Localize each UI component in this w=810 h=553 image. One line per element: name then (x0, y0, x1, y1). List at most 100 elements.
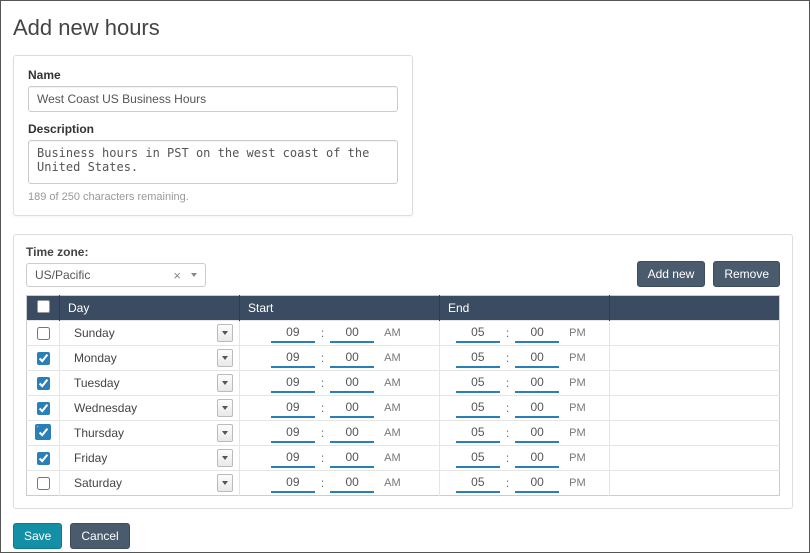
start-minute-input[interactable] (330, 323, 374, 343)
day-dropdown-button[interactable] (217, 349, 233, 367)
end-hour-input[interactable] (456, 423, 500, 443)
chevron-down-icon (222, 331, 228, 335)
time-colon: : (321, 426, 324, 440)
end-minute-input[interactable] (515, 448, 559, 468)
day-dropdown-button[interactable] (217, 374, 233, 392)
remove-button[interactable]: Remove (713, 261, 780, 287)
start-ampm[interactable]: AM (384, 352, 408, 364)
start-hour-input[interactable] (271, 398, 315, 418)
start-hour-input[interactable] (271, 323, 315, 343)
spacer-cell (610, 396, 780, 421)
time-colon: : (506, 426, 509, 440)
start-ampm[interactable]: AM (384, 327, 408, 339)
start-minute-input[interactable] (330, 348, 374, 368)
header-end: End (440, 296, 610, 321)
save-button[interactable]: Save (13, 523, 62, 549)
row-checkbox[interactable] (37, 426, 50, 439)
spacer-cell (610, 371, 780, 396)
day-dropdown-button[interactable] (217, 399, 233, 417)
day-dropdown-button[interactable] (217, 449, 233, 467)
end-hour-input[interactable] (456, 323, 500, 343)
end-minute-input[interactable] (515, 398, 559, 418)
time-colon: : (321, 326, 324, 340)
end-hour-input[interactable] (456, 348, 500, 368)
end-ampm[interactable]: PM (569, 477, 593, 489)
start-minute-input[interactable] (330, 398, 374, 418)
start-hour-input[interactable] (271, 423, 315, 443)
day-dropdown-button[interactable] (217, 424, 233, 442)
select-all-checkbox[interactable] (37, 300, 50, 313)
row-checkbox-highlight[interactable] (35, 424, 51, 440)
characters-remaining: 189 of 250 characters remaining. (28, 191, 398, 203)
hours-table: Day Start End Sunday:AM:PMMonday:AM:PMTu… (26, 295, 780, 496)
row-checkbox[interactable] (37, 352, 50, 365)
day-name: Monday (66, 351, 117, 365)
timezone-select[interactable]: US/Pacific × (26, 263, 206, 287)
start-ampm[interactable]: AM (384, 377, 408, 389)
start-ampm[interactable]: AM (384, 477, 408, 489)
end-ampm[interactable]: PM (569, 327, 593, 339)
timezone-label: Time zone: (26, 245, 206, 259)
timezone-clear-icon[interactable]: × (167, 268, 187, 283)
time-colon: : (321, 376, 324, 390)
end-hour-input[interactable] (456, 373, 500, 393)
name-input[interactable] (28, 86, 398, 112)
end-minute-input[interactable] (515, 473, 559, 493)
time-colon: : (321, 351, 324, 365)
chevron-down-icon (222, 406, 228, 410)
add-new-button[interactable]: Add new (637, 261, 706, 287)
end-ampm[interactable]: PM (569, 352, 593, 364)
start-minute-input[interactable] (330, 423, 374, 443)
spacer-cell (610, 446, 780, 471)
end-minute-input[interactable] (515, 423, 559, 443)
end-hour-input[interactable] (456, 398, 500, 418)
day-dropdown-button[interactable] (217, 474, 233, 492)
end-ampm[interactable]: PM (569, 427, 593, 439)
chevron-down-icon (222, 456, 228, 460)
description-textarea[interactable]: Business hours in PST on the west coast … (28, 140, 398, 184)
spacer-cell (610, 346, 780, 371)
time-colon: : (506, 351, 509, 365)
row-checkbox[interactable] (37, 327, 50, 340)
chevron-down-icon (222, 381, 228, 385)
start-hour-input[interactable] (271, 448, 315, 468)
start-minute-input[interactable] (330, 448, 374, 468)
time-colon: : (321, 476, 324, 490)
row-checkbox[interactable] (37, 452, 50, 465)
end-minute-input[interactable] (515, 323, 559, 343)
time-colon: : (506, 401, 509, 415)
table-row: Tuesday:AM:PM (27, 371, 780, 396)
chevron-down-icon (222, 356, 228, 360)
time-colon: : (506, 326, 509, 340)
start-ampm[interactable]: AM (384, 427, 408, 439)
start-ampm[interactable]: AM (384, 452, 408, 464)
end-minute-input[interactable] (515, 373, 559, 393)
chevron-down-icon (222, 481, 228, 485)
day-dropdown-button[interactable] (217, 324, 233, 342)
end-ampm[interactable]: PM (569, 402, 593, 414)
start-ampm[interactable]: AM (384, 402, 408, 414)
table-row: Wednesday:AM:PM (27, 396, 780, 421)
row-checkbox[interactable] (37, 377, 50, 390)
cancel-button[interactable]: Cancel (70, 523, 129, 549)
end-minute-input[interactable] (515, 348, 559, 368)
header-spacer (610, 296, 780, 321)
header-day: Day (60, 296, 240, 321)
spacer-cell (610, 321, 780, 346)
row-checkbox[interactable] (37, 477, 50, 490)
end-hour-input[interactable] (456, 473, 500, 493)
start-minute-input[interactable] (330, 373, 374, 393)
end-ampm[interactable]: PM (569, 452, 593, 464)
start-hour-input[interactable] (271, 473, 315, 493)
name-description-panel: Name Description Business hours in PST o… (13, 55, 413, 216)
start-hour-input[interactable] (271, 348, 315, 368)
end-ampm[interactable]: PM (569, 377, 593, 389)
row-checkbox[interactable] (37, 402, 50, 415)
start-minute-input[interactable] (330, 473, 374, 493)
start-hour-input[interactable] (271, 373, 315, 393)
time-colon: : (506, 476, 509, 490)
table-row: Friday:AM:PM (27, 446, 780, 471)
day-name: Thursday (66, 426, 124, 440)
table-row: Saturday:AM:PM (27, 471, 780, 496)
end-hour-input[interactable] (456, 448, 500, 468)
